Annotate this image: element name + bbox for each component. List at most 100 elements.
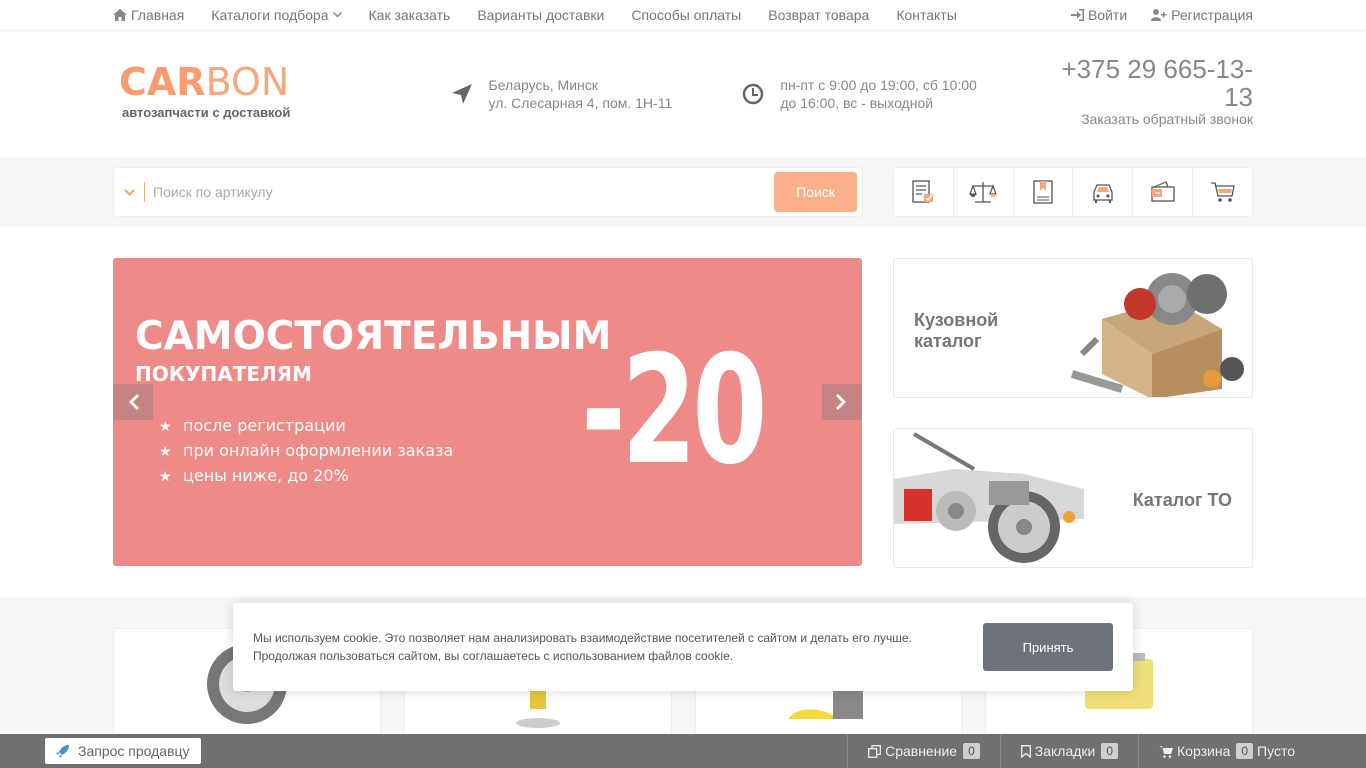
login-label: Войти	[1087, 7, 1128, 23]
home-icon	[113, 9, 127, 21]
scales-icon	[969, 182, 998, 203]
star-icon: ★	[159, 444, 172, 460]
cart-link[interactable]: Корзина 0 Пусто	[1138, 734, 1315, 768]
logo-wordmark: CARBON	[119, 63, 451, 101]
location-arrow-icon	[451, 84, 472, 104]
login-link[interactable]: Войти	[1070, 7, 1128, 23]
cart-status: Пусто	[1257, 743, 1295, 759]
register-link[interactable]: Регистрация	[1151, 7, 1253, 23]
body-catalog-title: Кузовной каталог	[914, 310, 999, 351]
promo-slider[interactable]: САМОСТОЯТЕЛЬНЫМ ПОКУПАТЕЛЯМ ★ после регис…	[113, 258, 862, 566]
slide-point-text: цены ниже, до 20%	[183, 466, 349, 485]
slide-point-text: при онлайн оформлении заказа	[183, 441, 454, 460]
cookie-banner: Мы используем cookie. Это позволяет нам …	[233, 603, 1133, 691]
request-seller-label: Запрос продавцу	[78, 743, 190, 759]
search-input[interactable]	[153, 184, 774, 200]
slider-next-button[interactable]	[822, 384, 862, 420]
address-block: Беларусь, Минск ул. Слесарная 4, пом. 1Н…	[451, 76, 743, 112]
catalog-cards: Кузовной каталог Каталог ТО	[893, 258, 1253, 568]
search-button[interactable]: Поиск	[774, 172, 857, 212]
star-icon: ★	[159, 419, 172, 435]
nav-catalogs-dropdown[interactable]: Каталоги подбора	[211, 7, 342, 23]
nav-payment[interactable]: Способы оплаты	[631, 7, 741, 23]
hours-line2: до 16:00, вс - выходной	[780, 95, 934, 111]
wallet-icon	[1151, 181, 1175, 202]
logo-car: CAR	[119, 59, 206, 104]
nav-catalogs-label: Каталоги подбора	[211, 7, 329, 23]
body-catalog-card[interactable]: Кузовной каталог	[893, 258, 1253, 398]
rocket-icon	[56, 745, 69, 758]
site-logo[interactable]: CARBON автозапчасти с доставкой	[113, 63, 451, 120]
search-band: Поиск	[0, 157, 1366, 227]
user-plus-icon	[1151, 9, 1167, 21]
star-icon: ★	[159, 469, 172, 485]
bookmark-icon	[1020, 744, 1031, 758]
nav-returns[interactable]: Возврат товара	[768, 7, 869, 23]
cart-label: Корзина	[1177, 743, 1231, 759]
nav-home[interactable]: Главная	[113, 7, 184, 23]
chevron-down-icon	[332, 12, 342, 18]
slider-prev-button[interactable]	[113, 384, 153, 420]
accept-cookie-button[interactable]: Принять	[983, 623, 1113, 671]
nav-home-label: Главная	[131, 7, 185, 23]
site-header: CARBON автозапчасти с доставкой Беларусь…	[0, 31, 1366, 157]
car-icon	[1093, 184, 1113, 203]
compare-count-badge: 0	[963, 743, 980, 759]
callback-link[interactable]: Заказать обратный звонок	[1034, 111, 1253, 127]
slide-point-text: после регистрации	[183, 416, 346, 435]
sign-in-icon	[1070, 9, 1084, 21]
bookmarks-label: Закладки	[1034, 743, 1096, 759]
compare-link[interactable]: Сравнение 0	[847, 734, 1000, 768]
quick-icons-bar	[893, 167, 1253, 217]
maintenance-parts-image	[894, 432, 1084, 563]
search-type-chevron-icon[interactable]	[124, 184, 144, 200]
cookie-text-line1: Мы используем cookie. Это позволяет нам …	[253, 631, 912, 645]
cart-icon	[1159, 745, 1174, 758]
nav-how-to-order[interactable]: Как заказать	[369, 7, 451, 23]
slide-title: САМОСТОЯТЕЛЬНЫМ	[135, 314, 612, 359]
clock-icon	[743, 83, 764, 105]
nav-delivery[interactable]: Варианты доставки	[477, 7, 604, 23]
quick-wallet[interactable]	[1133, 168, 1194, 216]
hours-block: пн-пт с 9:00 до 19:00, сб 10:00 до 16:00…	[742, 76, 1034, 112]
compare-label: Сравнение	[885, 743, 958, 759]
bottom-bar: Запрос продавцу Сравнение 0 Закладки 0 К…	[0, 734, 1366, 768]
shopping-cart-icon	[1210, 182, 1235, 202]
nav-contacts[interactable]: Контакты	[896, 7, 956, 23]
chevron-left-icon	[129, 394, 139, 410]
phone-number[interactable]: +375 29 665-13-13	[1034, 55, 1253, 111]
bookmarks-count-badge: 0	[1101, 743, 1119, 759]
hours-line1: пн-пт с 9:00 до 19:00, сб 10:00	[780, 77, 977, 93]
slide-subtitle: ПОКУПАТЕЛЯМ	[135, 362, 312, 386]
checklist-icon	[912, 180, 934, 203]
top-navigation: Главная Каталоги подбора Как заказать Ва…	[0, 0, 1366, 31]
address-line1: Беларусь, Минск	[488, 77, 598, 93]
quick-compare[interactable]	[954, 168, 1014, 216]
logo-bon: BON	[205, 59, 290, 104]
bookmarks-link[interactable]: Закладки 0	[999, 734, 1138, 768]
slide-discount: -20	[581, 324, 767, 498]
copy-icon	[868, 744, 882, 758]
register-label: Регистрация	[1171, 7, 1253, 23]
slide-point: ★ цены ниже, до 20%	[159, 464, 453, 489]
chevron-right-icon	[836, 394, 846, 410]
quick-bookmarks[interactable]	[1014, 168, 1074, 216]
search-box: Поиск	[113, 167, 863, 217]
auto-parts-box-image	[1070, 273, 1244, 397]
maintenance-catalog-title: Каталог ТО	[1132, 490, 1232, 510]
slide-points: ★ после регистрации ★ при онлайн оформлени…	[159, 414, 453, 489]
maintenance-catalog-card[interactable]: Каталог ТО	[893, 428, 1253, 568]
cookie-text: Мы используем cookie. Это позволяет нам …	[253, 629, 983, 665]
quick-garage[interactable]	[1073, 168, 1134, 216]
quick-order-list[interactable]	[894, 168, 954, 216]
address-line2: ул. Слесарная 4, пом. 1Н-11	[488, 95, 673, 111]
search-divider	[144, 182, 145, 202]
request-seller-button[interactable]: Запрос продавцу	[45, 738, 201, 764]
main-section: САМОСТОЯТЕЛЬНЫМ ПОКУПАТЕЛЯМ ★ после регис…	[0, 227, 1366, 597]
contact-block: +375 29 665-13-13 Заказать обратный звон…	[1034, 55, 1253, 127]
cart-count-badge: 0	[1236, 743, 1254, 759]
slide-point: ★ при онлайн оформлении заказа	[159, 439, 453, 464]
quick-cart[interactable]	[1193, 168, 1252, 216]
logo-tagline: автозапчасти с доставкой	[122, 104, 291, 120]
bookmark-book-icon	[1033, 180, 1053, 204]
